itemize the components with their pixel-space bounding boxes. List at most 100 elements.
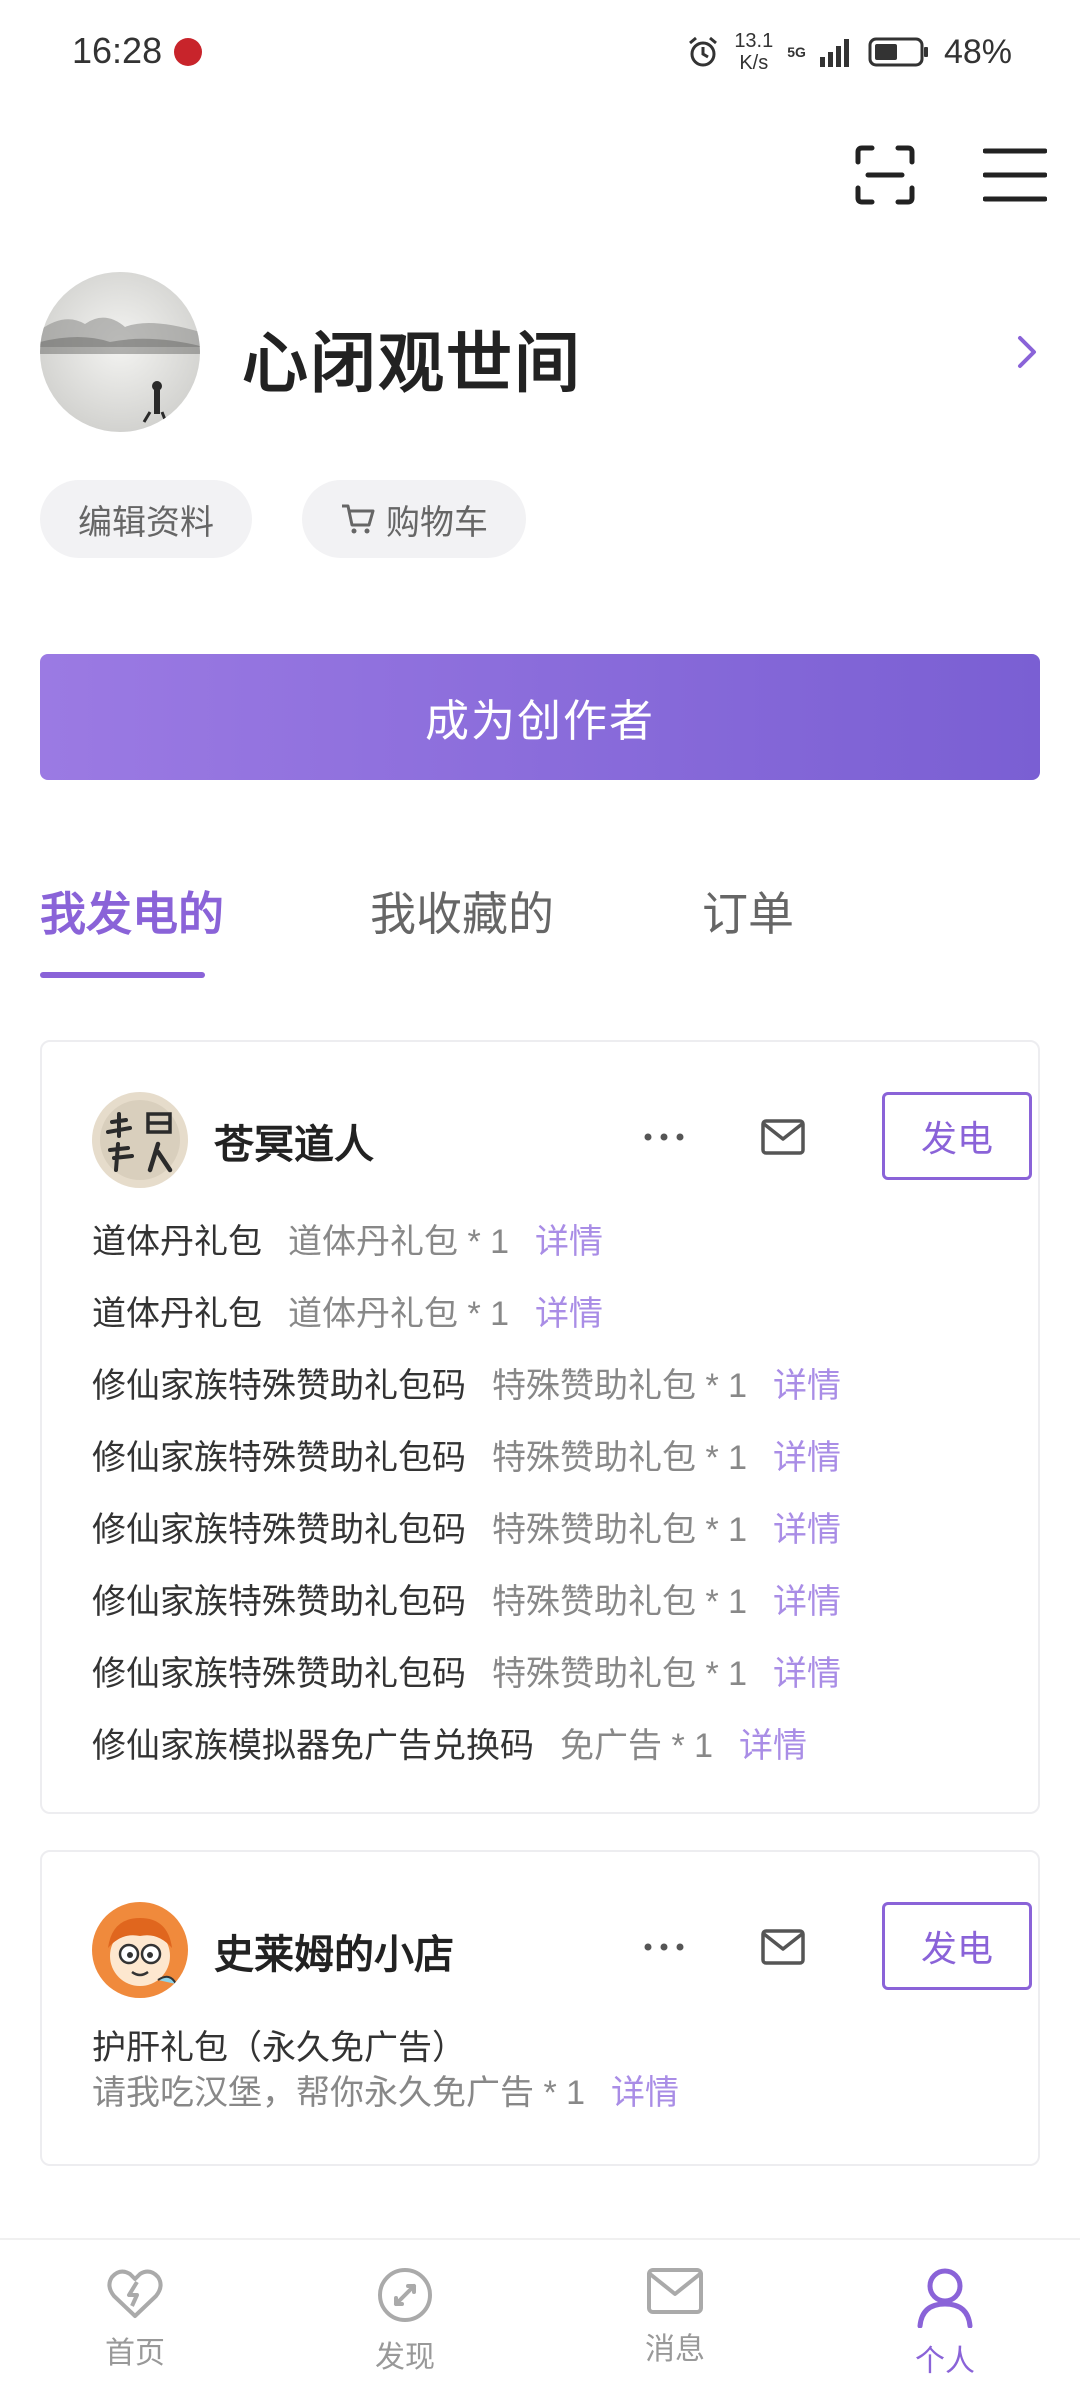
cartoon-girl-avatar-icon [92,1902,188,1998]
username: 心闭观世间 [242,326,582,400]
tab-indicator [40,972,205,978]
gift-detail-link[interactable]: 详情 [773,1430,841,1479]
gift-detail-link[interactable]: 详情 [773,1646,841,1695]
scan-button[interactable] [850,140,920,210]
top-actions [850,140,1050,210]
status-indicators: 13.1 K/s 5G 48% [686,22,1012,82]
gift-name: 修仙家族特殊赞助礼包码 [92,1582,466,1621]
creator-name: 史莱姆的小店 [214,1933,454,1977]
gift-row: 修仙家族特殊赞助礼包码 特殊赞助礼包 * 1 详情 [92,1562,992,1634]
gift-name: 修仙家族模拟器免广告兑换码 [92,1726,534,1765]
carrier-logo-icon [174,38,202,66]
gift-desc: 免广告 * 1 [560,1726,714,1765]
gift-row: 修仙家族特殊赞助礼包码 特殊赞助礼包 * 1 详情 [92,1490,992,1562]
heart-bolt-icon [107,2269,163,2318]
nav-home[interactable]: 首页 [0,2240,270,2400]
cart-button[interactable]: 购物车 [302,480,526,558]
become-creator-button[interactable]: 成为创作者 [40,654,1040,780]
creator-name: 苍冥道人 [214,1123,374,1167]
gift-name: 修仙家族特殊赞助礼包码 [92,1510,466,1549]
gift-name: 护肝礼包（永久免广告） [92,2029,466,2067]
gift-desc: 特殊赞助礼包 * 1 [492,1654,748,1693]
nav-home-label: 首页 [105,2337,165,2370]
gift-detail-link[interactable]: 详情 [535,1286,603,1335]
battery-percent: 48% [943,32,1012,71]
gift-desc: 特殊赞助礼包 * 1 [492,1366,748,1405]
gift-name: 修仙家族特殊赞助礼包码 [92,1438,466,1477]
gift-desc: 道体丹礼包 * 1 [288,1294,510,1333]
gift-item: 护肝礼包（永久免广告） 请我吃汉堡，帮你永久免广告 * 1 详情 [92,2020,992,2112]
nav-discover[interactable]: 发现 [270,2240,540,2400]
edit-profile-label: 编辑资料 [78,503,214,542]
tab-my-favorites[interactable]: 我收藏的 [370,878,554,944]
gift-name: 道体丹礼包 [92,1294,262,1333]
tab-bar: 我发电的 我收藏的 订单 [40,870,1040,980]
gift-desc: 道体丹礼包 * 1 [288,1222,510,1261]
speed-unit: K/s [739,52,769,74]
gift-desc: 特殊赞助礼包 * 1 [492,1582,748,1621]
speed-value: 13.1 [734,30,774,52]
nav-discover-label: 发现 [375,2341,435,2374]
gift-desc-row: 请我吃汉堡，帮你永久免广告 * 1 详情 [92,2066,992,2112]
power-button[interactable]: 发电 [882,1092,1032,1180]
status-time: 16:28 [72,30,163,71]
menu-icon [983,148,1047,202]
gift-name: 修仙家族特殊赞助礼包码 [92,1654,466,1693]
gift-desc: 特殊赞助礼包 * 1 [492,1438,748,1477]
nav-profile-label: 个人 [915,2345,975,2378]
gift-row: 修仙家族模拟器免广告兑换码 免广告 * 1 详情 [92,1706,992,1778]
network-type: 5G [787,44,806,60]
nav-messages-label: 消息 [645,2333,705,2366]
bottom-nav: 首页 发现 消息 个人 [0,2238,1080,2400]
menu-button[interactable] [980,140,1050,210]
mail-icon[interactable] [760,1928,806,1966]
gift-list: 道体丹礼包 道体丹礼包 * 1 详情 道体丹礼包 道体丹礼包 * 1 详情 修仙… [92,1202,992,1778]
creator-card-header: 史莱姆的小店 发电 [92,1902,1032,1998]
profile-header[interactable]: 心闭观世间 [40,272,1040,432]
gift-name: 道体丹礼包 [92,1222,262,1261]
cart-icon [342,504,375,534]
creator-card-header: 苍冥道人 发电 [92,1092,1032,1188]
gift-detail-link[interactable]: 详情 [773,1358,841,1407]
tab-my-power[interactable]: 我发电的 [40,878,224,944]
edit-profile-button[interactable]: 编辑资料 [40,480,252,558]
creator-card: 史莱姆的小店 发电 护肝礼包（永久免广告） 请我吃汉堡，帮你永久免广告 * 1 … [40,1850,1040,2166]
mail-icon[interactable] [760,1118,806,1156]
profile-actions: 编辑资料 购物车 [40,480,526,558]
creator-card: 苍冥道人 发电 道体丹礼包 道体丹礼包 * 1 详情 道体丹礼包 道体丹礼包 *… [40,1040,1040,1814]
gift-detail-link[interactable]: 详情 [611,2065,679,2114]
creator-avatar[interactable] [92,1092,188,1188]
nav-messages[interactable]: 消息 [540,2240,810,2400]
more-icon[interactable] [642,1122,686,1152]
mail-icon [647,2268,703,2314]
gift-detail-link[interactable]: 详情 [535,1214,603,1263]
gift-detail-link[interactable]: 详情 [773,1502,841,1551]
calligraphy-avatar-icon [92,1092,188,1188]
scan-icon [855,145,915,205]
gift-desc: 特殊赞助礼包 * 1 [492,1510,748,1549]
network-speed: 13.1 K/s [734,30,773,74]
tab-orders[interactable]: 订单 [702,878,794,944]
creator-avatar[interactable] [92,1902,188,1998]
gift-detail-link[interactable]: 详情 [773,1574,841,1623]
chevron-right-icon[interactable] [1016,332,1040,372]
alarm-icon [689,36,718,67]
gift-row: 道体丹礼包 道体丹礼包 * 1 详情 [92,1274,992,1346]
battery-icon [868,37,928,67]
signal-icon [819,39,849,67]
avatar[interactable] [40,272,200,432]
power-button[interactable]: 发电 [882,1902,1032,1990]
gift-row: 修仙家族特殊赞助礼包码 特殊赞助礼包 * 1 详情 [92,1634,992,1706]
more-icon[interactable] [642,1932,686,1962]
status-bar: 16:28 13.1 K/s 5G 48% [0,0,1080,100]
person-icon [917,2268,973,2328]
nav-profile[interactable]: 个人 [810,2240,1080,2400]
cart-label: 购物车 [386,503,488,542]
gift-row: 道体丹礼包 道体丹礼包 * 1 详情 [92,1202,992,1274]
gift-row: 修仙家族特殊赞助礼包码 特殊赞助礼包 * 1 详情 [92,1418,992,1490]
gift-desc: 请我吃汉堡，帮你永久免广告 * 1 [92,2073,586,2112]
ink-landscape-avatar-icon [40,272,200,432]
gift-detail-link[interactable]: 详情 [739,1718,807,1767]
gift-row: 修仙家族特殊赞助礼包码 特殊赞助礼包 * 1 详情 [92,1346,992,1418]
compass-icon [378,2268,432,2322]
